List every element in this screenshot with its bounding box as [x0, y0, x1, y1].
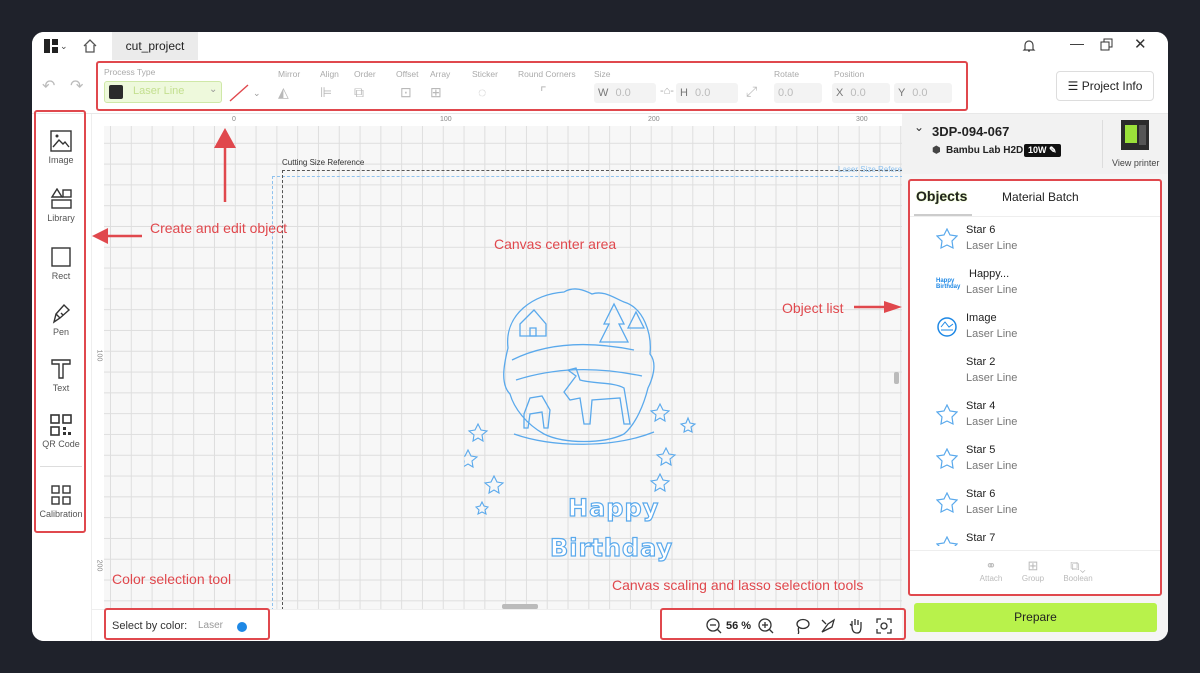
app-window: ⌄ cut_project — ✕ ↶ ↷ Process Type Laser…	[32, 32, 1168, 641]
annotation-scaling-tools: Canvas scaling and lasso selection tools	[612, 577, 864, 593]
annotation-color-tool: Color selection tool	[112, 571, 232, 587]
annotation-arrows	[92, 128, 902, 313]
annotation-canvas-center: Canvas center area	[494, 236, 617, 252]
annotation-object-list: Object list	[782, 300, 844, 316]
annotation-create-edit: Create and edit object	[150, 220, 287, 236]
